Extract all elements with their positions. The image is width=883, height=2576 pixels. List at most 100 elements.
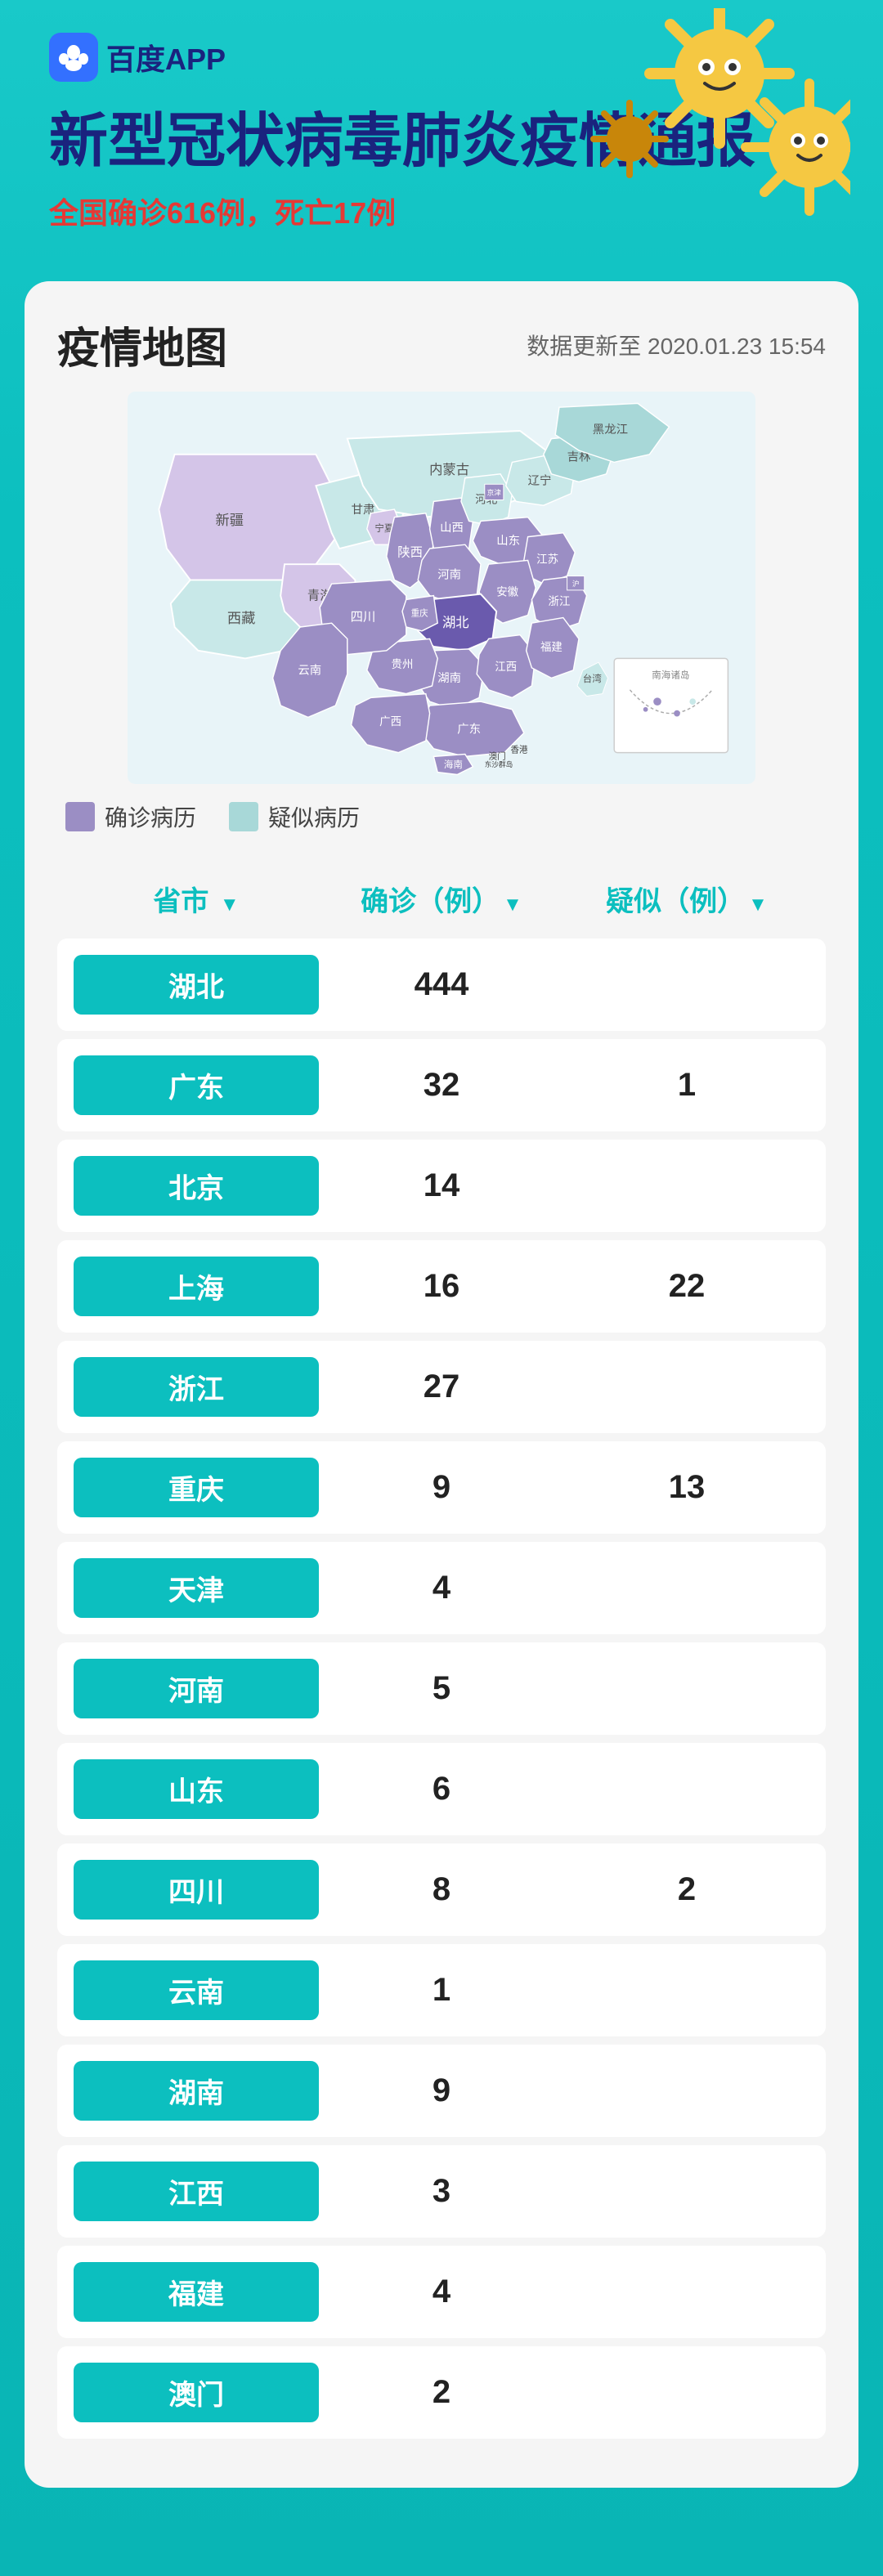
svg-text:海南: 海南: [444, 759, 463, 770]
svg-text:西藏: 西藏: [227, 612, 256, 627]
table-row: 福建 4: [57, 2246, 826, 2338]
sort-confirmed-arrow[interactable]: ▼: [503, 894, 522, 916]
map-section: 疫情地图 数据更新至 2020.01.23 15:54 新疆 西藏: [57, 314, 826, 833]
svg-text:云南: 云南: [298, 664, 321, 678]
table-row: 四川 8 2: [57, 1844, 826, 1936]
table-row: 上海 16 22: [57, 1240, 826, 1333]
svg-text:安徽: 安徽: [496, 586, 518, 598]
province-cell: 上海: [74, 1257, 319, 1316]
china-map-svg: 新疆 西藏 青海 甘肃 内蒙古 宁夏: [57, 392, 826, 784]
svg-text:山西: 山西: [440, 521, 464, 535]
svg-text:黑龙江: 黑龙江: [593, 423, 628, 437]
svg-text:广西: 广西: [379, 715, 401, 728]
svg-text:浙江: 浙江: [549, 596, 571, 608]
svg-text:广东: 广东: [457, 723, 481, 737]
baidu-icon: [49, 33, 98, 82]
svg-text:京津: 京津: [487, 488, 502, 497]
svg-text:辽宁: 辽宁: [528, 474, 552, 488]
svg-text:香港: 香港: [510, 746, 528, 755]
svg-text:南海诸岛: 南海诸岛: [652, 670, 689, 681]
page-wrapper: 百度APP: [0, 0, 883, 2576]
legend-suspected-box: [229, 802, 258, 831]
province-cell: 澳门: [74, 2363, 319, 2422]
confirmed-cell: 6: [319, 1771, 564, 1808]
subtitle-prefix: 全国确诊: [49, 196, 167, 230]
suspected-cell: 2: [564, 1871, 809, 1908]
svg-text:新疆: 新疆: [216, 513, 244, 529]
confirmed-cell: 27: [319, 1369, 564, 1405]
confirmed-cell: 444: [319, 966, 564, 1003]
confirmed-cell: 9: [319, 2072, 564, 2109]
svg-text:山东: 山东: [496, 535, 520, 549]
svg-text:江苏: 江苏: [536, 553, 558, 566]
legend-suspected: 疑似病历: [229, 800, 360, 833]
svg-text:湖南: 湖南: [437, 672, 461, 686]
confirmed-cell: 32: [319, 1067, 564, 1104]
legend-confirmed: 确诊病历: [65, 800, 196, 833]
confirmed-cell: 3: [319, 2173, 564, 2210]
province-cell: 重庆: [74, 1458, 319, 1517]
confirmed-cell: 4: [319, 2274, 564, 2310]
confirmed-cell: 9: [319, 1469, 564, 1506]
table-row: 浙江 27: [57, 1341, 826, 1433]
table-row: 广东 32 1: [57, 1039, 826, 1131]
svg-text:四川: 四川: [351, 611, 376, 625]
province-cell: 湖南: [74, 2061, 319, 2121]
suspected-cell: 13: [564, 1469, 809, 1506]
province-cell: 河南: [74, 1659, 319, 1718]
table-row: 湖南 9: [57, 2045, 826, 2137]
svg-text:江西: 江西: [495, 661, 517, 673]
table-row: 澳门 2: [57, 2346, 826, 2439]
svg-text:湖北: 湖北: [442, 615, 469, 630]
suspected-cell: 1: [564, 1067, 809, 1104]
province-cell: 湖北: [74, 955, 319, 1015]
table-row: 天津 4: [57, 1542, 826, 1634]
confirmed-cell: 8: [319, 1871, 564, 1908]
death-count: 17: [334, 196, 366, 230]
subtitle-suffix: 例: [366, 196, 396, 230]
table-row: 北京 14: [57, 1140, 826, 1232]
header-suspected[interactable]: 疑似（例）▼: [564, 879, 809, 919]
svg-text:河南: 河南: [437, 568, 461, 582]
svg-text:内蒙古: 内蒙古: [429, 462, 469, 477]
svg-text:陕西: 陕西: [397, 545, 423, 560]
header-section: 百度APP: [0, 0, 883, 265]
header-province[interactable]: 省市 ▼: [74, 879, 319, 919]
province-cell: 广东: [74, 1055, 319, 1115]
map-legend: 确诊病历 疑似病历: [57, 800, 826, 833]
data-table: 省市 ▼ 确诊（例）▼ 疑似（例）▼ 湖北 444 广东 32 1 北京 14 …: [57, 866, 826, 2439]
table-row: 山东 6: [57, 1743, 826, 1835]
confirmed-cell: 2: [319, 2374, 564, 2411]
subtitle-middle: 例，死亡: [216, 196, 334, 230]
content-card: 疫情地图 数据更新至 2020.01.23 15:54 新疆 西藏: [25, 281, 858, 2488]
table-row: 云南 1: [57, 1944, 826, 2036]
province-cell: 北京: [74, 1156, 319, 1216]
table-row: 河南 5: [57, 1642, 826, 1735]
suspected-cell: 22: [564, 1268, 809, 1305]
map-title: 疫情地图: [57, 314, 227, 375]
map-update: 数据更新至 2020.01.23 15:54: [527, 329, 826, 361]
confirmed-cell: 16: [319, 1268, 564, 1305]
legend-confirmed-box: [65, 802, 95, 831]
legend-suspected-label: 疑似病历: [268, 800, 360, 833]
china-map: 新疆 西藏 青海 甘肃 内蒙古 宁夏: [57, 392, 826, 784]
province-cell: 福建: [74, 2262, 319, 2322]
svg-text:贵州: 贵州: [392, 658, 414, 670]
svg-text:重庆: 重庆: [411, 608, 429, 619]
province-cell: 浙江: [74, 1357, 319, 1417]
sort-province-arrow[interactable]: ▼: [220, 894, 240, 916]
svg-text:东沙群岛: 东沙群岛: [485, 759, 513, 768]
province-cell: 四川: [74, 1860, 319, 1920]
table-row: 江西 3: [57, 2145, 826, 2238]
confirmed-cell: 4: [319, 1570, 564, 1606]
legend-confirmed-label: 确诊病历: [105, 800, 196, 833]
map-header: 疫情地图 数据更新至 2020.01.23 15:54: [57, 314, 826, 375]
header-decoration: [540, 8, 850, 221]
table-row: 重庆 9 13: [57, 1441, 826, 1534]
province-cell: 云南: [74, 1960, 319, 2020]
province-cell: 江西: [74, 2162, 319, 2221]
svg-text:福建: 福建: [540, 641, 563, 653]
header-confirmed[interactable]: 确诊（例）▼: [319, 879, 564, 919]
table-header: 省市 ▼ 确诊（例）▼ 疑似（例）▼: [57, 866, 826, 932]
sort-suspected-arrow[interactable]: ▼: [748, 894, 768, 916]
